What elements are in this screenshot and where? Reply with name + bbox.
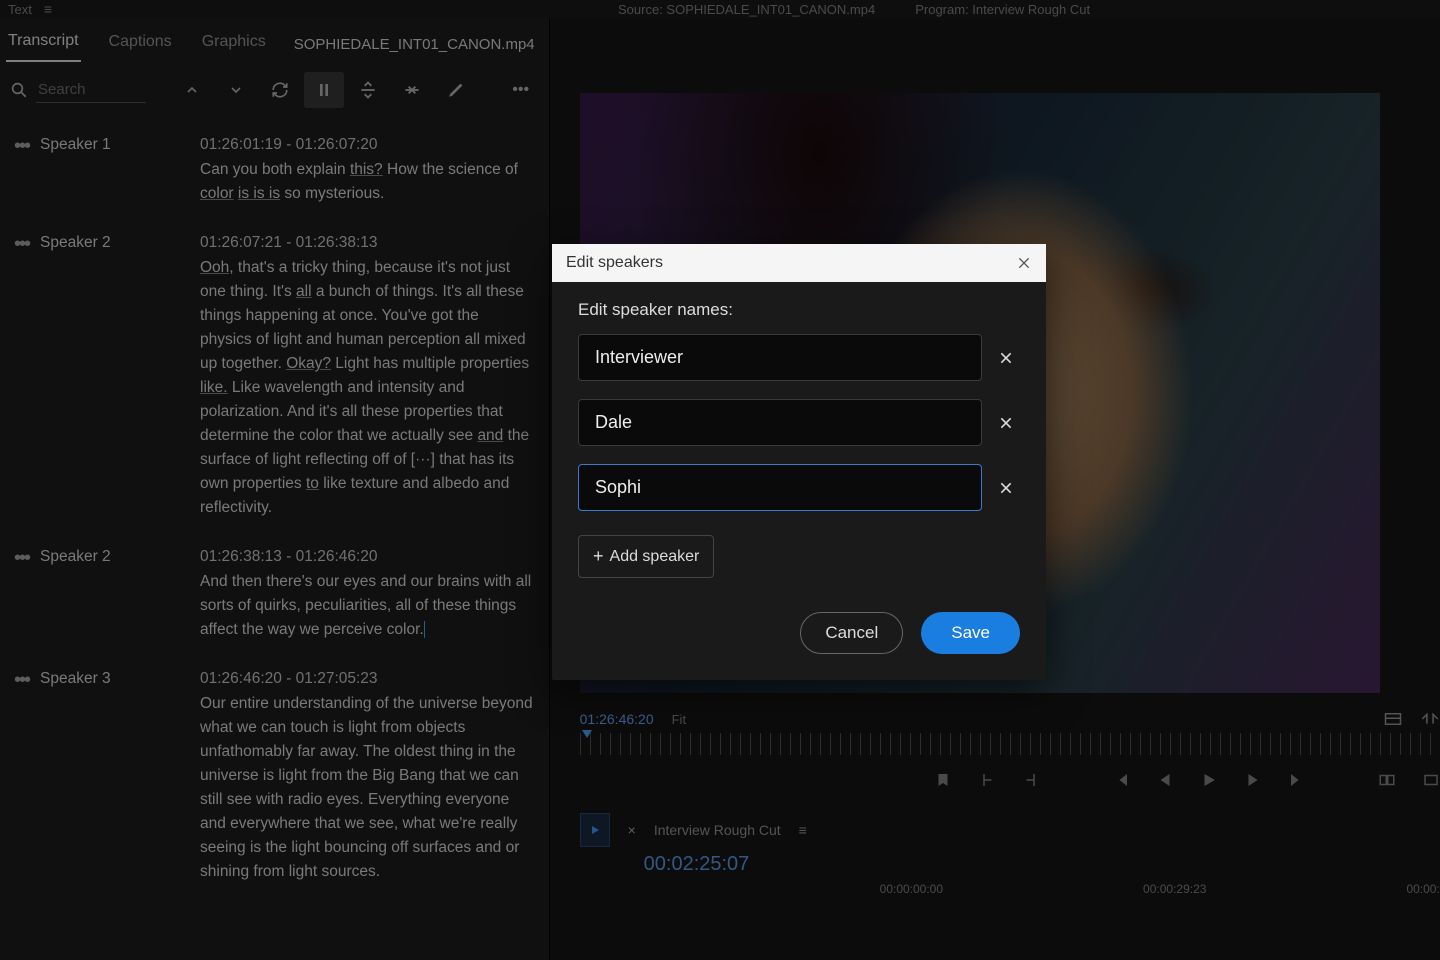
- tab-captions[interactable]: Captions: [107, 27, 174, 61]
- insert-above-icon[interactable]: [348, 72, 388, 108]
- entry-menu-icon[interactable]: •••: [14, 140, 40, 152]
- pencil-icon[interactable]: [436, 72, 476, 108]
- transcript-entry[interactable]: ••• Speaker 2 01:26:07:21 - 01:26:38:13 …: [10, 224, 539, 538]
- close-icon[interactable]: [1016, 255, 1032, 271]
- playback-controls: [580, 771, 1440, 789]
- panel-title: Text: [8, 2, 32, 17]
- tab-graphics[interactable]: Graphics: [200, 27, 268, 61]
- dialog-label: Edit speaker names:: [578, 300, 1020, 320]
- edit-speakers-dialog: Edit speakers Edit speaker names: + Add …: [552, 244, 1046, 680]
- set-in-icon[interactable]: [978, 771, 996, 789]
- time-ruler[interactable]: [580, 733, 1440, 755]
- save-button[interactable]: Save: [921, 612, 1020, 654]
- speaker-label: Speaker 2: [40, 234, 111, 252]
- source-label: Source: SOPHIEDALE_INT01_CANON.mp4: [618, 2, 875, 17]
- remove-speaker-icon[interactable]: [998, 480, 1020, 496]
- speaker-label: Speaker 3: [40, 670, 111, 688]
- cancel-button[interactable]: Cancel: [800, 612, 903, 654]
- search-input[interactable]: [36, 77, 146, 103]
- entry-menu-icon[interactable]: •••: [14, 238, 40, 250]
- segment-text[interactable]: And then there's our eyes and our brains…: [200, 570, 535, 642]
- chevron-down-icon[interactable]: [216, 72, 256, 108]
- add-speaker-button[interactable]: + Add speaker: [578, 535, 714, 578]
- entry-menu-icon[interactable]: •••: [14, 552, 40, 564]
- panel-menu-icon[interactable]: ≡: [44, 1, 52, 17]
- timecode: 01:26:46:20 - 01:27:05:23: [200, 670, 535, 688]
- timeline-play-icon[interactable]: [580, 813, 610, 847]
- speaker-label: Speaker 2: [40, 548, 111, 566]
- sequence-name[interactable]: Interview Rough Cut: [654, 822, 781, 838]
- refresh-icon[interactable]: [260, 72, 300, 108]
- pause-segments-icon[interactable]: [304, 72, 344, 108]
- speaker-name-input[interactable]: [578, 464, 982, 511]
- speaker-name-input[interactable]: [578, 399, 982, 446]
- comparison-icon[interactable]: [1420, 712, 1440, 726]
- fit-dropdown[interactable]: Fit: [672, 712, 726, 727]
- transcript-entry[interactable]: ••• Speaker 2 01:26:38:13 - 01:26:46:20 …: [10, 538, 539, 660]
- timeline-mark: 00:00:00:00: [880, 882, 943, 896]
- search-icon: [8, 79, 30, 101]
- goto-in-icon[interactable]: [1112, 771, 1130, 789]
- speaker-name-input[interactable]: [578, 334, 982, 381]
- step-forward-icon[interactable]: [1244, 771, 1262, 789]
- player-timecode[interactable]: 01:26:46:20: [580, 711, 654, 727]
- speaker-label: Speaker 1: [40, 136, 111, 154]
- timecode: 01:26:38:13 - 01:26:46:20: [200, 548, 535, 566]
- tab-transcript[interactable]: Transcript: [6, 26, 81, 62]
- insert-below-icon[interactable]: [392, 72, 432, 108]
- add-speaker-label: Add speaker: [610, 548, 700, 566]
- sequence-menu-icon[interactable]: ≡: [799, 822, 807, 838]
- segment-text[interactable]: Can you both explain this? How the scien…: [200, 158, 535, 206]
- timeline-mark: 00:00:59:22: [1406, 882, 1440, 896]
- mark-in-icon[interactable]: [934, 771, 952, 789]
- remove-speaker-icon[interactable]: [998, 350, 1020, 366]
- transcript-entry[interactable]: ••• Speaker 3 01:26:46:20 - 01:27:05:23 …: [10, 660, 539, 902]
- overwrite-icon[interactable]: [1422, 771, 1440, 789]
- remove-speaker-icon[interactable]: [998, 415, 1020, 431]
- more-icon[interactable]: •••: [501, 72, 541, 108]
- close-sequence-icon[interactable]: ×: [628, 822, 636, 838]
- plus-icon: +: [593, 546, 604, 567]
- goto-out-icon[interactable]: [1288, 771, 1306, 789]
- timeline-timecode[interactable]: 00:02:25:07: [644, 853, 1440, 876]
- timeline-marks: 00:00:00:00 00:00:29:23 00:00:59:22: [580, 882, 1440, 896]
- timecode: 01:26:01:19 - 01:26:07:20: [200, 136, 535, 154]
- transcript-list: ••• Speaker 1 01:26:01:19 - 01:26:07:20 …: [0, 118, 549, 960]
- play-icon[interactable]: [1200, 771, 1218, 789]
- program-label: Program: Interview Rough Cut: [915, 2, 1090, 17]
- export-frame-icon[interactable]: [1384, 712, 1402, 726]
- insert-icon[interactable]: [1378, 771, 1396, 789]
- dialog-title: Edit speakers: [566, 254, 663, 272]
- set-out-icon[interactable]: [1022, 771, 1040, 789]
- segment-text[interactable]: Our entire understanding of the universe…: [200, 692, 535, 884]
- step-back-icon[interactable]: [1156, 771, 1174, 789]
- segment-text[interactable]: Ooh, that's a tricky thing, because it's…: [200, 256, 535, 520]
- file-name: SOPHIEDALE_INT01_CANON.mp4: [294, 36, 543, 53]
- entry-menu-icon[interactable]: •••: [14, 674, 40, 686]
- timecode: 01:26:07:21 - 01:26:38:13: [200, 234, 535, 252]
- timeline-mark: 00:00:29:23: [1143, 882, 1206, 896]
- chevron-up-icon[interactable]: [172, 72, 212, 108]
- transcript-entry[interactable]: ••• Speaker 1 01:26:01:19 - 01:26:07:20 …: [10, 126, 539, 224]
